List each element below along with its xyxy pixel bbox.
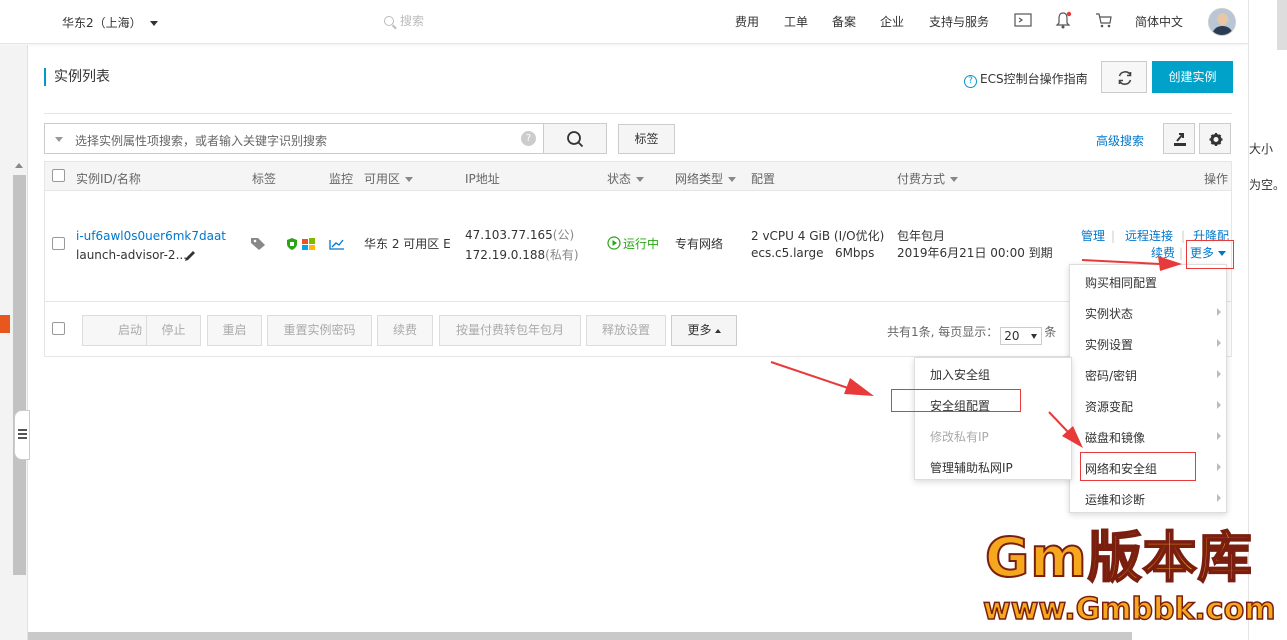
horizontal-scrollbar[interactable] (28, 632, 1132, 640)
watermark-logo-text: Gm版本库 (984, 526, 1253, 589)
watermark-url: www.Gmbbk.com (982, 592, 1276, 628)
